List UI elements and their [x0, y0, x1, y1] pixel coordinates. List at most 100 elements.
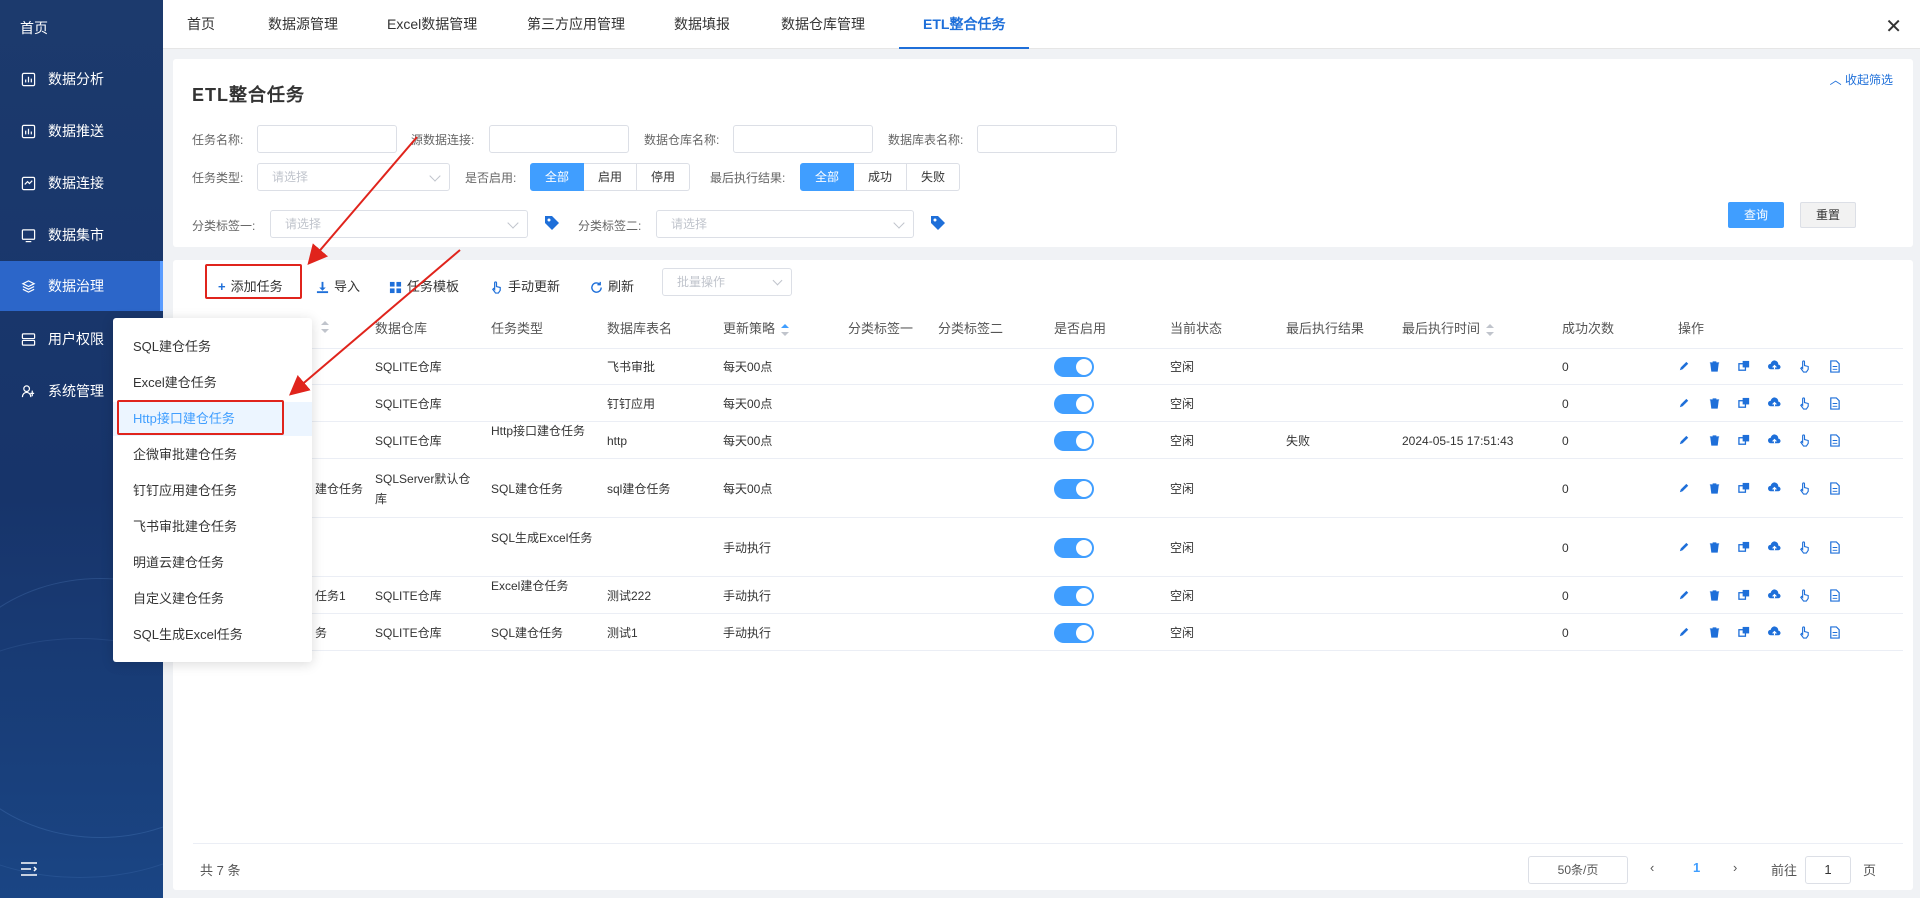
page-number[interactable]: 1: [1693, 860, 1700, 875]
edit-icon[interactable]: [1678, 541, 1692, 555]
delete-icon[interactable]: [1708, 626, 1722, 640]
document-icon[interactable]: [1828, 588, 1842, 603]
column-header[interactable]: [315, 318, 329, 333]
dropdown-item[interactable]: 钉钉应用建仓任务: [113, 474, 312, 508]
result-success[interactable]: 成功: [854, 163, 908, 191]
pointer-icon[interactable]: [1798, 359, 1812, 374]
source-conn-input[interactable]: [489, 125, 629, 153]
delete-icon[interactable]: [1708, 541, 1722, 555]
edit-icon[interactable]: [1678, 589, 1692, 603]
enable-toggle[interactable]: [1054, 478, 1094, 499]
edit-icon[interactable]: [1678, 482, 1692, 496]
document-icon[interactable]: [1828, 433, 1842, 448]
prev-page-icon[interactable]: ‹: [1650, 860, 1654, 875]
tag1-select[interactable]: 请选择: [270, 210, 528, 238]
pointer-icon[interactable]: [1798, 433, 1812, 448]
table-row[interactable]: SQLITE仓库 钉钉应用 每天00点 空闲 0: [193, 385, 1903, 422]
enable-toggle[interactable]: [1054, 585, 1094, 606]
dropdown-item[interactable]: SQL建仓任务: [113, 330, 312, 364]
result-all[interactable]: 全部: [800, 163, 855, 191]
dropdown-item[interactable]: 自定义建仓任务: [113, 582, 312, 616]
upload-icon[interactable]: [1768, 433, 1782, 448]
sidebar-item-data-push[interactable]: 数据推送: [0, 106, 163, 156]
dropdown-item[interactable]: Excel建仓任务: [113, 366, 312, 400]
reset-button[interactable]: 重置: [1800, 202, 1856, 228]
task-type-select[interactable]: 请选择: [257, 163, 450, 191]
sidebar-item-data-connect[interactable]: 数据连接: [0, 158, 163, 208]
tag-icon[interactable]: [929, 214, 947, 232]
tab-excel-data[interactable]: Excel数据管理: [363, 0, 501, 49]
column-header[interactable]: 最后执行时间: [1402, 318, 1495, 337]
upload-icon[interactable]: [1768, 396, 1782, 411]
table-row[interactable]: SQL生成Excel任务 手动执行 空闲 0: [193, 518, 1903, 577]
dropdown-item[interactable]: 明道云建仓任务: [113, 546, 312, 580]
delete-icon[interactable]: [1708, 397, 1722, 411]
task-name-input[interactable]: [257, 125, 397, 153]
tab-data-fill[interactable]: 数据填报: [650, 0, 754, 49]
copy-icon[interactable]: [1738, 589, 1752, 603]
page-size-select[interactable]: 50条/页: [1528, 856, 1628, 884]
import-button[interactable]: 导入: [316, 272, 360, 302]
tab-datasource[interactable]: 数据源管理: [244, 0, 362, 49]
tag2-select[interactable]: 请选择: [656, 210, 914, 238]
pointer-icon[interactable]: [1798, 625, 1812, 640]
tag-icon[interactable]: [543, 214, 561, 232]
edit-icon[interactable]: [1678, 434, 1692, 448]
task-template-button[interactable]: 任务模板: [389, 272, 459, 302]
delete-icon[interactable]: [1708, 482, 1722, 496]
dropdown-item[interactable]: 企微审批建仓任务: [113, 438, 312, 472]
sidebar-home[interactable]: 首页: [20, 18, 48, 38]
db-table-input[interactable]: [977, 125, 1117, 153]
upload-icon[interactable]: [1768, 588, 1782, 603]
delete-icon[interactable]: [1708, 589, 1722, 603]
delete-icon[interactable]: [1708, 360, 1722, 374]
document-icon[interactable]: [1828, 540, 1842, 555]
upload-icon[interactable]: [1768, 359, 1782, 374]
dropdown-item[interactable]: 飞书审批建仓任务: [113, 510, 312, 544]
enable-toggle[interactable]: [1054, 356, 1094, 377]
copy-icon[interactable]: [1738, 541, 1752, 555]
tab-etl[interactable]: ETL整合任务: [899, 0, 1030, 49]
copy-icon[interactable]: [1738, 626, 1752, 640]
sidebar-item-data-analysis[interactable]: 数据分析: [0, 54, 163, 104]
goto-page-input[interactable]: 1: [1805, 856, 1851, 884]
batch-operation-select[interactable]: 批量操作: [662, 268, 792, 296]
menu-toggle-icon[interactable]: [20, 861, 38, 880]
enabled-off[interactable]: 停用: [637, 163, 691, 191]
query-button[interactable]: 查询: [1728, 202, 1784, 228]
enable-toggle[interactable]: [1054, 430, 1094, 451]
sort-icon[interactable]: [321, 320, 329, 333]
close-icon[interactable]: ✕: [1885, 14, 1902, 39]
enable-toggle[interactable]: [1054, 537, 1094, 558]
tab-home[interactable]: 首页: [163, 0, 239, 49]
dropdown-item[interactable]: SQL生成Excel任务: [113, 618, 312, 652]
sidebar-item-data-mart[interactable]: 数据集市: [0, 210, 163, 260]
sort-icon[interactable]: [781, 323, 790, 336]
collapse-filter-button[interactable]: ︿ 收起筛选: [1830, 71, 1893, 88]
refresh-button[interactable]: 刷新: [590, 272, 634, 302]
enable-toggle[interactable]: [1054, 622, 1094, 643]
edit-icon[interactable]: [1678, 626, 1692, 640]
table-row[interactable]: SQLITE仓库 Http接口建仓任务 http 每天00点 空闲 失败 2024-05-1…: [193, 422, 1903, 459]
sidebar-item-data-governance[interactable]: 数据治理: [0, 261, 163, 311]
edit-icon[interactable]: [1678, 397, 1692, 411]
table-row[interactable]: 任务1 SQLITE仓库 Excel建仓任务 测试222 手动执行 空闲 0: [193, 577, 1903, 614]
pointer-icon[interactable]: [1798, 588, 1812, 603]
table-row[interactable]: 务 SQLITE仓库 SQL建仓任务 测试1 手动执行 空闲 0: [193, 614, 1903, 651]
upload-icon[interactable]: [1768, 625, 1782, 640]
upload-icon[interactable]: [1768, 540, 1782, 555]
copy-icon[interactable]: [1738, 434, 1752, 448]
pointer-icon[interactable]: [1798, 481, 1812, 496]
document-icon[interactable]: [1828, 481, 1842, 496]
pointer-icon[interactable]: [1798, 540, 1812, 555]
column-header[interactable]: 更新策略: [723, 318, 790, 337]
copy-icon[interactable]: [1738, 397, 1752, 411]
copy-icon[interactable]: [1738, 360, 1752, 374]
copy-icon[interactable]: [1738, 482, 1752, 496]
edit-icon[interactable]: [1678, 360, 1692, 374]
warehouse-name-input[interactable]: [733, 125, 873, 153]
document-icon[interactable]: [1828, 625, 1842, 640]
table-row[interactable]: SQLITE仓库 飞书审批 每天00点 空闲 0: [193, 348, 1903, 385]
sort-icon[interactable]: [1486, 323, 1495, 336]
enabled-on[interactable]: 启用: [584, 163, 638, 191]
